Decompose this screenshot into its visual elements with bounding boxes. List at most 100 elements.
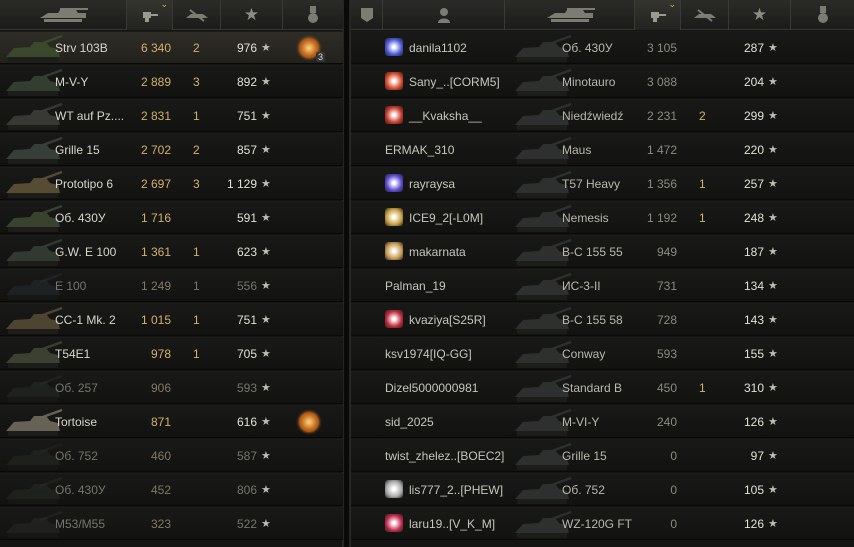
achievement-medal-icon[interactable] bbox=[299, 412, 319, 432]
xp-star-icon: ★ bbox=[243, 5, 260, 24]
achievement-medal-icon[interactable]: 3 bbox=[299, 38, 325, 62]
player-row[interactable]: makarnata B-C 155 55 949 187 ★ bbox=[351, 235, 854, 268]
damage-value: 871 bbox=[150, 414, 171, 429]
tank-icon bbox=[546, 8, 595, 22]
damage-icon bbox=[650, 12, 666, 22]
player-row[interactable]: Об. 430У 452 806 ★ bbox=[0, 473, 343, 506]
sort-by-platoon-button[interactable] bbox=[351, 0, 383, 30]
player-row[interactable]: __Kvaksha__ Niedźwiedź 2 231 2 299 ★ bbox=[351, 99, 854, 132]
tank-name: M53/M55 bbox=[55, 516, 106, 531]
xp-star-icon: ★ bbox=[768, 382, 778, 394]
xp-value: 806 bbox=[236, 482, 257, 497]
player-name: Dizel5000000981 bbox=[385, 380, 479, 395]
xp-star-icon: ★ bbox=[768, 518, 778, 530]
player-row[interactable]: ERMAK_310 Maus 1 472 220 ★ bbox=[351, 133, 854, 166]
tank-name: Standard B bbox=[562, 380, 623, 395]
player-row[interactable]: twist_zhelez..[BOEC2] Grille 15 0 97 ★ bbox=[351, 439, 854, 472]
player-row[interactable]: Prototipo 6 2 697 3 1 129 ★ bbox=[0, 167, 343, 200]
xp-value: 857 bbox=[236, 142, 257, 157]
sort-by-damage-button-right[interactable]: ⌄ bbox=[635, 0, 681, 30]
xp-star-icon: ★ bbox=[261, 382, 271, 394]
damage-value: 2 697 bbox=[140, 176, 171, 191]
sort-by-tank-button[interactable] bbox=[0, 0, 127, 30]
xp-value: 556 bbox=[236, 278, 257, 293]
damage-value: 978 bbox=[150, 346, 171, 361]
player-row[interactable]: M53/M55 323 522 ★ bbox=[0, 507, 343, 540]
player-name: __Kvaksha__ bbox=[409, 108, 482, 123]
sort-by-medals-button[interactable] bbox=[283, 0, 343, 30]
xp-star-icon: ★ bbox=[768, 246, 778, 258]
player-row[interactable]: ksv1974[IQ-GG] Conway 593 155 ★ bbox=[351, 337, 854, 370]
platoon-badge-icon bbox=[360, 8, 373, 22]
player-name: ERMAK_310 bbox=[385, 142, 455, 157]
kills-value: 1 bbox=[193, 278, 200, 293]
player-row[interactable]: T54E1 978 1 705 ★ bbox=[0, 337, 343, 370]
sort-by-medals-button-right[interactable] bbox=[791, 0, 854, 30]
xp-star-icon: ★ bbox=[261, 348, 271, 360]
xp-star-icon: ★ bbox=[768, 348, 778, 360]
player-row[interactable]: WT auf Pz.... 2 831 1 751 ★ bbox=[0, 99, 343, 132]
xp-star-icon: ★ bbox=[751, 5, 768, 24]
xp-value: 220 bbox=[743, 142, 764, 157]
player-row[interactable]: Об. 752 460 587 ★ bbox=[0, 439, 343, 472]
xp-star-icon: ★ bbox=[261, 76, 271, 88]
player-row[interactable]: lis777_2..[PHEW] Об. 752 0 105 ★ bbox=[351, 473, 854, 506]
sort-by-kills-button-right[interactable] bbox=[681, 0, 729, 30]
right-team-panel: ⌄ ★ danila1102 Об. 430У 3 105 287 ★ Sany_..[C… bbox=[350, 0, 854, 547]
xp-value: 976 bbox=[236, 40, 257, 55]
player-row[interactable]: Grille 15 2 702 2 857 ★ bbox=[0, 133, 343, 166]
player-row[interactable]: ICE9_2[-L0M] Nemesis 1 192 1 248 ★ bbox=[351, 201, 854, 234]
player-row[interactable]: Strv 103B 6 340 2 976 ★ 3 bbox=[0, 31, 343, 64]
damage-value: 1 015 bbox=[140, 312, 171, 327]
xp-star-icon: ★ bbox=[261, 484, 271, 496]
tank-name: Maus bbox=[562, 142, 592, 157]
sort-by-player-button[interactable] bbox=[383, 0, 505, 30]
player-row[interactable]: kvaziya[S25R] B-C 155 58 728 143 ★ bbox=[351, 303, 854, 336]
player-name: rayraysa bbox=[409, 176, 456, 191]
kills-value: 1 bbox=[699, 176, 706, 191]
player-row[interactable]: laru19..[V_K_M] WZ-120G FT 0 126 ★ bbox=[351, 507, 854, 540]
player-name: makarnata bbox=[409, 244, 466, 259]
player-row[interactable]: danila1102 Об. 430У 3 105 287 ★ bbox=[351, 31, 854, 64]
kills-value: 1 bbox=[193, 346, 200, 361]
damage-value: 593 bbox=[656, 346, 677, 361]
player-row[interactable]: Dizel5000000981 Standard B 450 1 310 ★ bbox=[351, 371, 854, 404]
damage-value: 949 bbox=[656, 244, 677, 259]
player-row[interactable]: E 100 1 249 1 556 ★ bbox=[0, 269, 343, 302]
sort-by-xp-button-right[interactable]: ★ bbox=[729, 0, 791, 30]
xp-star-icon: ★ bbox=[768, 110, 778, 122]
player-row[interactable]: Об. 430У 1 716 591 ★ bbox=[0, 201, 343, 234]
xp-value: 134 bbox=[743, 278, 764, 293]
xp-star-icon: ★ bbox=[261, 450, 271, 462]
kills-value: 1 bbox=[193, 244, 200, 259]
damage-value: 2 831 bbox=[140, 108, 171, 123]
player-row[interactable]: CC-1 Mk. 2 1 015 1 751 ★ bbox=[0, 303, 343, 336]
sort-by-xp-button[interactable]: ★ bbox=[221, 0, 283, 30]
damage-value: 0 bbox=[670, 516, 677, 531]
xp-value: 126 bbox=[743, 516, 764, 531]
xp-star-icon: ★ bbox=[768, 76, 778, 88]
player-row[interactable]: rayraysa T57 Heavy 1 356 1 257 ★ bbox=[351, 167, 854, 200]
player-row[interactable]: G.W. E 100 1 361 1 623 ★ bbox=[0, 235, 343, 268]
player-row[interactable]: Об. 257 906 593 ★ bbox=[0, 371, 343, 404]
damage-value: 450 bbox=[656, 380, 677, 395]
player-row[interactable]: sid_2025 M-VI-Y 240 126 ★ bbox=[351, 405, 854, 438]
tank-name: Prototipo 6 bbox=[55, 176, 114, 191]
medal-count: 3 bbox=[315, 52, 325, 62]
player-row[interactable]: Tortoise 871 616 ★ bbox=[0, 405, 343, 438]
damage-value: 1 356 bbox=[646, 176, 677, 191]
player-row[interactable]: M-V-Y 2 889 3 892 ★ bbox=[0, 65, 343, 98]
player-row[interactable]: Palman_19 ИС-3-II 731 134 ★ bbox=[351, 269, 854, 302]
tank-name: Niedźwiedź bbox=[562, 108, 624, 123]
sort-by-damage-button[interactable]: ⌄ bbox=[127, 0, 173, 30]
kills-value: 2 bbox=[193, 40, 200, 55]
sort-by-tank-button-right[interactable] bbox=[505, 0, 635, 30]
damage-value: 1 716 bbox=[140, 210, 171, 225]
xp-value: 97 bbox=[750, 448, 764, 463]
xp-value: 155 bbox=[743, 346, 764, 361]
player-name: Sany_..[CORM5] bbox=[409, 74, 500, 89]
xp-value: 299 bbox=[743, 108, 764, 123]
damage-value: 2 702 bbox=[140, 142, 171, 157]
player-row[interactable]: Sany_..[CORM5] Minotauro 3 088 204 ★ bbox=[351, 65, 854, 98]
sort-by-kills-button[interactable] bbox=[173, 0, 221, 30]
